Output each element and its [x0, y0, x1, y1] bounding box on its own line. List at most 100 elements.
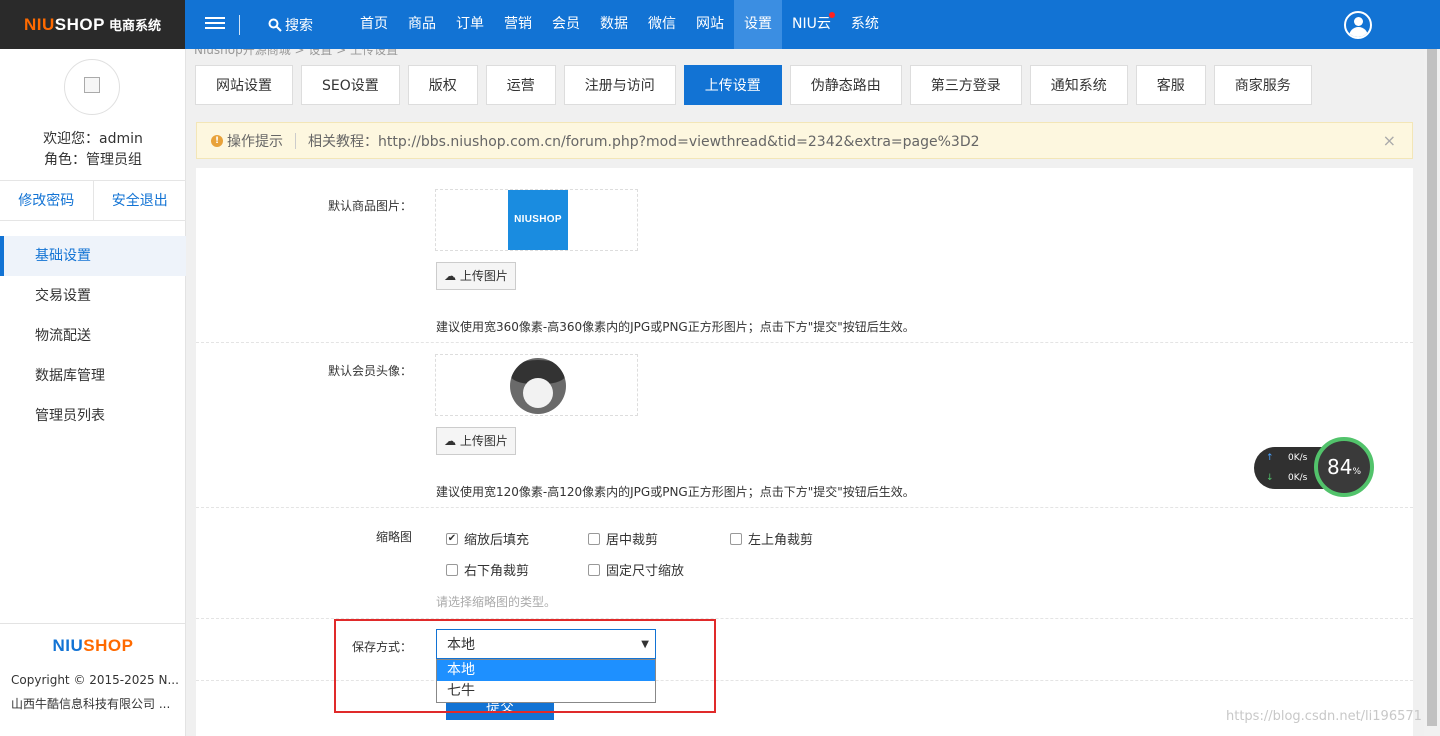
thumb-option-checkbox[interactable]: 居中裁剪 — [588, 529, 658, 548]
change-password-link[interactable]: 修改密码 — [0, 181, 93, 220]
storage-option[interactable]: 七牛 — [437, 681, 655, 702]
checkbox-label: 居中裁剪 — [606, 533, 659, 548]
nav-item-label: 设置 — [744, 16, 772, 32]
goods-image-hint: 建议使用宽360像素-高360像素内的JPG或PNG正方形图片；点击下方"提交"… — [436, 320, 915, 334]
nav-item[interactable]: 首页 — [350, 0, 398, 49]
sidebar-item[interactable]: 数据库管理 — [0, 356, 186, 396]
settings-tab[interactable]: 商家服务 — [1213, 65, 1312, 105]
welcome-block: 欢迎您：admin 角色：管理员组 — [0, 129, 186, 171]
storage-option[interactable]: 本地 — [437, 660, 655, 681]
main-content: Niushop开源商城 > 设置 > 上传设置 网站设置 SEO设置 版权 运营 注册与… — [186, 49, 1424, 736]
cloud-upload-icon: ☁ — [444, 434, 460, 448]
settings-tab[interactable]: 网站设置 — [195, 65, 293, 105]
storage-select[interactable]: 本地 ▼ — [436, 629, 656, 659]
submit-button[interactable]: 提交 — [446, 703, 554, 720]
tip-label: 操作提示 — [227, 133, 283, 150]
thumb-option-checkbox[interactable]: ✔ 缩放后填充 — [446, 529, 529, 548]
breadcrumb: Niushop开源商城 > 设置 > 上传设置 — [194, 49, 399, 57]
upload-member-avatar-button[interactable]: ☁ 上传图片 — [436, 427, 516, 455]
chevron-down-icon: ▼ — [641, 639, 649, 650]
upload-settings-form: 默认商品图片： NIUSHOP ☁ 上传图片 建议使用宽360像素-高360像素… — [196, 168, 1413, 736]
nav-item-label: 数据 — [600, 16, 628, 32]
sidebar-footer: NIUSHOP Copyright © 2015-2025 N... 山西牛酷信… — [0, 623, 186, 736]
brand-subtitle: 电商系统 — [108, 19, 161, 34]
download-speed: ↓ 0K/s — [1266, 473, 1308, 483]
nav-item[interactable]: NIU云 — [782, 0, 841, 49]
nav-item-label: NIU云 — [792, 16, 831, 32]
nav-item-label: 网站 — [696, 16, 724, 32]
checkbox-icon — [588, 532, 600, 545]
scrollbar-thumb[interactable] — [1427, 49, 1437, 726]
member-avatar-hint: 建议使用宽120像素-高120像素内的JPG或PNG正方形图片；点击下方"提交"… — [436, 485, 915, 499]
user-avatar-icon[interactable] — [1344, 11, 1372, 39]
nav-item-label: 订单 — [456, 16, 484, 32]
nav-item[interactable]: 会员 — [542, 0, 590, 49]
settings-tab[interactable]: 注册与访问 — [563, 65, 676, 105]
upload-button-label: 上传图片 — [459, 434, 508, 448]
member-avatar-label: 默认会员头像： — [327, 364, 412, 378]
checkbox-icon — [730, 532, 742, 545]
settings-tab[interactable]: 运营 — [485, 65, 556, 105]
logout-link[interactable]: 安全退出 — [92, 181, 187, 220]
thumb-option-checkbox[interactable]: 固定尺寸缩放 — [588, 560, 684, 579]
memory-gauge[interactable]: 84% — [1314, 437, 1374, 497]
goods-image-label: 默认商品图片： — [327, 199, 412, 213]
close-icon[interactable]: × — [1383, 131, 1396, 150]
search-button[interactable]: 搜索 — [268, 15, 313, 35]
settings-tab[interactable]: 通知系统 — [1029, 65, 1128, 105]
nav-item[interactable]: 设置 — [734, 0, 782, 49]
welcome-text: 欢迎您：admin — [43, 131, 143, 147]
nav-item[interactable]: 数据 — [590, 0, 638, 49]
broken-image-icon — [84, 77, 100, 93]
goods-image-preview: NIUSHOP — [435, 189, 638, 251]
percent-unit: % — [1352, 467, 1361, 477]
company-text: 山西牛酷信息科技有限公司 ... — [11, 697, 171, 711]
main-nav: 首页 商品 订单 营销 会员 数据 微信 网站 设置 NIU云 系统 — [350, 0, 889, 49]
search-label: 搜索 — [285, 18, 313, 34]
sidebar-item[interactable]: 物流配送 — [0, 316, 186, 356]
upload-goods-image-button[interactable]: ☁ 上传图片 — [436, 262, 516, 290]
nav-item[interactable]: 订单 — [446, 0, 494, 49]
menu-toggle-icon[interactable] — [205, 14, 225, 34]
copyright-text: Copyright © 2015-2025 N... — [11, 673, 179, 687]
sidebar-item[interactable]: 管理员列表 — [0, 396, 186, 436]
settings-tab[interactable]: 版权 — [407, 65, 478, 105]
checkbox-icon — [588, 563, 600, 576]
nav-item[interactable]: 营销 — [494, 0, 542, 49]
nav-item[interactable]: 微信 — [638, 0, 686, 49]
admin-avatar — [64, 59, 120, 115]
nav-item-label: 会员 — [552, 16, 580, 32]
account-actions: 修改密码 安全退出 — [0, 180, 186, 221]
divider — [196, 618, 1413, 619]
sidebar: 欢迎您：admin 角色：管理员组 修改密码 安全退出 基础设置 交易设置 物流配送… — [0, 49, 186, 736]
nav-item[interactable]: 系统 — [841, 0, 889, 49]
settings-tabs: 网站设置 SEO设置 版权 运营 注册与访问 上传设置 伪静态路由 第三方登录 通知系统 客服 商家… — [195, 65, 1312, 105]
checkbox-label: 左上角裁剪 — [748, 533, 814, 548]
settings-tab[interactable]: 第三方登录 — [909, 65, 1022, 105]
nav-item[interactable]: 网站 — [686, 0, 734, 49]
thumb-label: 缩略图 — [375, 530, 412, 544]
thumb-option-checkbox[interactable]: 左上角裁剪 — [730, 529, 813, 548]
storage-select-value: 本地 — [447, 637, 475, 653]
nav-item-label: 商品 — [408, 16, 436, 32]
search-icon — [268, 18, 282, 32]
settings-tab[interactable]: 伪静态路由 — [789, 65, 902, 105]
top-bar: NIUSHOP 电商系统 搜索 首页 商品 订单 营销 会员 数据 微信 网站 设置 NIU云 系统 — [0, 0, 1440, 49]
thumb-hint: 请选择缩略图的类型。 — [436, 595, 557, 609]
settings-tab[interactable]: SEO设置 — [301, 65, 400, 105]
divider — [196, 680, 1413, 681]
nav-item-label: 营销 — [504, 16, 532, 32]
sidebar-item[interactable]: 交易设置 — [0, 276, 186, 316]
nav-item-label: 首页 — [360, 16, 388, 32]
thumb-option-checkbox[interactable]: 右下角裁剪 — [446, 560, 529, 579]
storage-dropdown-list: 本地 七牛 — [436, 659, 656, 703]
tip-bar: ! 操作提示 相关教程：http://bbs.niushop.com.cn/fo… — [196, 122, 1413, 159]
nav-item[interactable]: 商品 — [398, 0, 446, 49]
settings-tab[interactable]: 上传设置 — [683, 65, 782, 105]
member-avatar-preview — [435, 354, 638, 416]
brand-logo[interactable]: NIUSHOP 电商系统 — [0, 0, 185, 49]
settings-tab[interactable]: 客服 — [1135, 65, 1206, 105]
checkbox-label: 缩放后填充 — [464, 533, 530, 548]
sidebar-item[interactable]: 基础设置 — [0, 236, 186, 276]
page-scrollbar[interactable] — [1424, 49, 1440, 736]
